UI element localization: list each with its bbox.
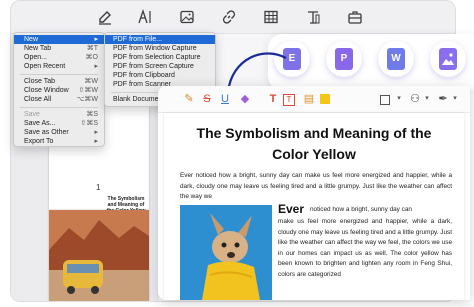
- menu-item-close-tab[interactable]: Close Tab ⌘W: [14, 77, 104, 86]
- submenu-item-selection-capture[interactable]: PDF from Selection Capture: [105, 53, 215, 62]
- menu-item-label: PDF from Screen Capture: [113, 63, 194, 70]
- submenu-arrow-icon: ▸: [94, 138, 98, 145]
- chevron-down-icon[interactable]: ▾: [448, 92, 462, 106]
- chevron-down-icon[interactable]: ▾: [392, 92, 406, 106]
- powerpoint-icon: P: [335, 48, 353, 70]
- menu-item-label: Save: [24, 111, 40, 118]
- desert-van-photo: [49, 210, 149, 301]
- toolbox-icon[interactable]: [347, 9, 363, 25]
- submenu-arrow-icon: ▸: [94, 63, 98, 70]
- document-window: ✎ S U ◆ T T ▤ ▾ ⚇ ▾ ✒ ▾ The Symbolism an…: [158, 86, 470, 300]
- menu-item-label: New: [24, 36, 39, 43]
- dropcap-line: Ever noticed how a bright, sunny day can: [278, 202, 452, 217]
- menu-item-close-window[interactable]: Close Window ⇧⌘W: [14, 86, 104, 95]
- page-number: 1: [96, 183, 101, 192]
- menu-item-label: PDF from File...: [113, 36, 163, 43]
- page-thumbnail-2[interactable]: [49, 210, 149, 301]
- menu-item-label: Blank Document: [113, 96, 165, 103]
- submenu-arrow-icon: ▸: [94, 129, 98, 136]
- dropcap: Ever: [278, 202, 305, 216]
- menu-item-save[interactable]: Save ⌘S: [14, 110, 104, 119]
- menu-separator: [20, 74, 98, 75]
- table-icon[interactable]: [263, 9, 279, 25]
- menu-separator: [20, 107, 98, 108]
- menu-item-save-as[interactable]: Save As... ⇧⌘S: [14, 119, 104, 128]
- menu-item-close-all[interactable]: Close All ⌥⌘W: [14, 95, 104, 104]
- menu-item-label: Open Recent: [24, 63, 66, 70]
- side-paragraph-text: make us feel more energized and happier,…: [278, 218, 452, 278]
- menu-item-open-recent[interactable]: Open Recent ▸: [14, 62, 104, 71]
- menu-item-label: PDF from Clipboard: [113, 72, 175, 79]
- text-tool-icon[interactable]: T: [266, 92, 280, 106]
- menu-shortcut: ⌘T: [86, 45, 98, 52]
- menu-item-label: PDF from Window Capture: [113, 45, 197, 52]
- text-edit-icon[interactable]: [137, 9, 153, 25]
- link-icon[interactable]: [221, 9, 237, 25]
- submenu-item-screen-capture[interactable]: PDF from Screen Capture: [105, 62, 215, 71]
- eraser-icon[interactable]: ◆: [238, 92, 252, 106]
- menu-item-label: New Tab: [24, 45, 52, 52]
- shape-icon[interactable]: [380, 95, 390, 105]
- menu-shortcut: ⌘S: [86, 111, 98, 118]
- file-menu: New ▸ New Tab ⌘T Open... ⌘O Open Recent ▸ Cl…: [13, 32, 105, 147]
- menu-item-export-to[interactable]: Export To ▸: [14, 137, 104, 146]
- image-file-icon: [439, 48, 457, 70]
- submenu-item-window-capture[interactable]: PDF from Window Capture: [105, 44, 215, 53]
- word-icon: W: [387, 48, 405, 70]
- menu-item-label: Save as Other: [24, 129, 69, 136]
- convert-word-button[interactable]: W: [378, 41, 414, 77]
- submenu-item-clipboard[interactable]: PDF from Clipboard: [105, 71, 215, 80]
- menu-item-label: Open...: [24, 54, 47, 61]
- menu-item-label: PDF from Selection Capture: [113, 54, 201, 61]
- menu-item-label: Save As...: [24, 120, 56, 127]
- chevron-down-icon[interactable]: ▾: [420, 92, 434, 106]
- highlight-icon[interactable]: ✎: [182, 92, 196, 106]
- menu-item-label: Export To: [24, 138, 54, 145]
- menu-item-label: Close Tab: [24, 78, 56, 85]
- side-paragraph: Ever noticed how a bright, sunny day can…: [278, 202, 452, 281]
- image-icon[interactable]: [179, 9, 195, 25]
- annotation-toolbar: ✎ S U ◆ T T ▤ ▾ ⚇ ▾ ✒ ▾: [158, 86, 470, 113]
- sticky-note-icon[interactable]: [320, 94, 330, 104]
- document-title-line-1: The Symbolism and Meaning of the: [196, 125, 432, 141]
- dropcap-line-text: noticed how a bright, sunny day can: [310, 206, 412, 213]
- menu-item-open[interactable]: Open... ⌘O: [14, 53, 104, 62]
- submenu-arrow-icon: ▸: [94, 36, 98, 43]
- convert-powerpoint-button[interactable]: P: [326, 41, 362, 77]
- highlighter-icon[interactable]: [97, 9, 113, 25]
- textbox-icon[interactable]: T: [283, 94, 295, 106]
- convert-image-button[interactable]: [430, 41, 466, 77]
- menu-item-save-as-other[interactable]: Save as Other ▸: [14, 128, 104, 137]
- menu-shortcut: ⇧⌘W: [78, 87, 98, 94]
- intro-paragraph: Ever noticed how a bright, sunny day can…: [180, 172, 452, 201]
- menu-item-label: Close Window: [24, 87, 69, 94]
- main-toolbar: [11, 1, 455, 34]
- document-title-line-2: Color Yellow: [272, 146, 356, 162]
- menu-item-new[interactable]: New ▸: [14, 35, 104, 44]
- menu-shortcut: ⇧⌘S: [80, 120, 98, 127]
- form-field-icon[interactable]: [305, 9, 321, 25]
- menu-item-new-tab[interactable]: New Tab ⌘T: [14, 44, 104, 53]
- document-page: The Symbolism and Meaning of the Color Y…: [164, 113, 464, 300]
- yellow-dog-photo: [180, 205, 272, 300]
- menu-shortcut: ⌥⌘W: [76, 96, 98, 103]
- menu-item-label: Close All: [24, 96, 52, 103]
- underline-icon[interactable]: U: [218, 92, 232, 106]
- strikethrough-icon[interactable]: S: [200, 92, 214, 106]
- menu-shortcut: ⌘O: [85, 54, 98, 61]
- submenu-item-pdf-from-file[interactable]: PDF from File...: [105, 35, 215, 44]
- menu-shortcut: ⌘W: [84, 78, 98, 85]
- callout-icon[interactable]: ▤: [302, 92, 316, 106]
